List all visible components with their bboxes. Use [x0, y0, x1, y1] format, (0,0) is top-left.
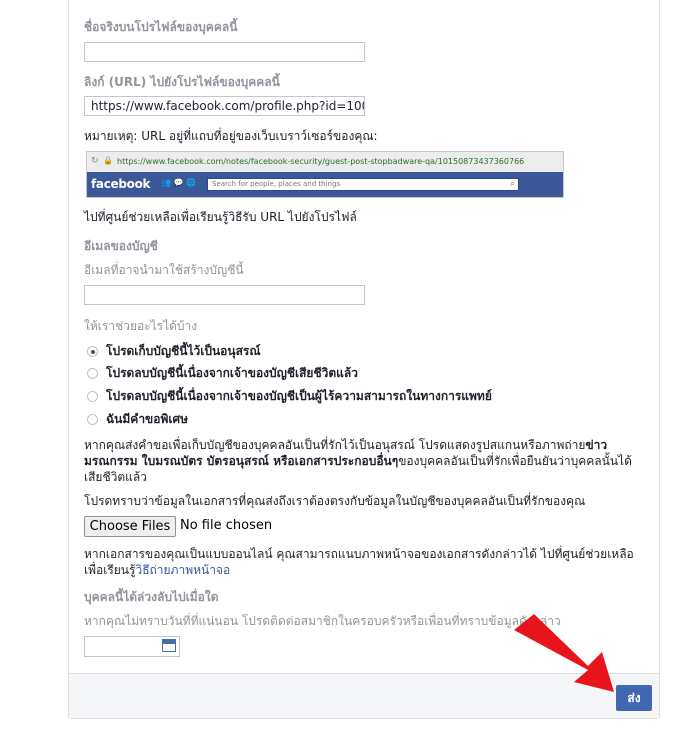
- date-input[interactable]: [84, 636, 180, 657]
- calendar-icon[interactable]: [162, 639, 176, 652]
- option-special-request[interactable]: ฉันมีคำขอพิเศษ: [87, 410, 188, 429]
- profile-name-input[interactable]: [84, 42, 365, 62]
- option-remove-incapacitated[interactable]: โปรดลบบัญชีนี้เนื่องจากเจ้าของบัญชีเป็นผ…: [87, 387, 492, 406]
- radio-icon[interactable]: [87, 391, 98, 402]
- submit-button[interactable]: ส่ง: [616, 685, 652, 711]
- email-hint: อีเมลที่อาจนำมาใช้สร้างบัญชีนี้: [84, 263, 244, 277]
- example-facebook-logo: facebook: [91, 177, 151, 191]
- profile-name-label: ชื่อจริงบนโปรไฟล์ของบุคคลนี้: [84, 20, 238, 34]
- screenshot-help-link[interactable]: วิธีถ่ายภาพหน้าจอ: [135, 563, 230, 577]
- email-label: อีเมลของบัญชี: [84, 239, 158, 253]
- option-memorialize[interactable]: โปรดเก็บบัญชีนี้ไว้เป็นอนุสรณ์: [87, 342, 260, 361]
- email-input[interactable]: [84, 285, 365, 305]
- red-arrow-annotation: [514, 614, 614, 692]
- memorial-text-1: หากคุณส่งคำขอเพื่อเก็บบัญชีของบุคคลอันเป…: [84, 438, 586, 452]
- option-remove-deceased[interactable]: โปรดลบบัญชีนี้เนื่องจากเจ้าของบัญชีเสียช…: [87, 364, 358, 383]
- url-example-image: ↻ 🔒 https://www.facebook.com/notes/faceb…: [86, 151, 564, 198]
- no-file-chosen-text: No file chosen: [180, 518, 273, 533]
- example-search-placeholder: Search for people, places and things: [212, 180, 341, 188]
- profile-url-input[interactable]: https://www.facebook.com/profile.php?id=…: [84, 96, 365, 116]
- online-docs-note: หากเอกสารของคุณเป็นแบบออนไลน์ คุณสามารถแ…: [84, 546, 644, 578]
- example-friend-icons: 👥 💬 🌐: [161, 178, 196, 187]
- date-passed-hint: หากคุณไม่ทราบวันที่ที่แน่นอน โปรดติดต่อส…: [84, 614, 561, 628]
- radio-icon[interactable]: [87, 414, 98, 425]
- radio-icon[interactable]: [87, 368, 98, 379]
- docs-note: โปรดทราบว่าข้อมูลในเอกสารที่คุณส่งถึงเรา…: [84, 494, 586, 508]
- url-note: หมายเหตุ: URL อยู่ที่แถบที่อยู่ของเว็บเบ…: [84, 129, 378, 143]
- date-passed-label: บุคคลนี้ได้ล่วงลับไปเมื่อใด: [84, 590, 219, 604]
- help-question-label: ให้เราช่วยอะไรได้บ้าง: [84, 319, 198, 333]
- radio-selected-icon[interactable]: [87, 346, 98, 357]
- example-url: https://www.facebook.com/notes/facebook-…: [117, 157, 525, 166]
- option-label: ฉันมีคำขอพิเศษ: [106, 412, 189, 426]
- lock-icon: 🔒: [103, 156, 113, 165]
- choose-files-button[interactable]: Choose Files: [84, 516, 176, 537]
- example-search-box: Search for people, places and things ⌕: [207, 178, 519, 191]
- option-label: โปรดเก็บบัญชีนี้ไว้เป็นอนุสรณ์: [106, 344, 261, 358]
- example-search-icon: ⌕: [510, 179, 515, 188]
- refresh-icon: ↻: [91, 156, 99, 166]
- profile-url-label: ลิงก์ (URL) ไปยังโปรไฟล์ของบุคคลนี้: [84, 75, 280, 89]
- option-label: โปรดลบบัญชีนี้เนื่องจากเจ้าของบัญชีเป็นผ…: [106, 389, 492, 403]
- help-center-url-link[interactable]: ไปที่ศูนย์ช่วยเหลือเพื่อเรียนรู้วิธีรับ …: [84, 208, 357, 227]
- memorial-instructions: หากคุณส่งคำขอเพื่อเก็บบัญชีของบุคคลอันเป…: [84, 437, 644, 485]
- option-label: โปรดลบบัญชีนี้เนื่องจากเจ้าของบัญชีเสียช…: [106, 366, 358, 380]
